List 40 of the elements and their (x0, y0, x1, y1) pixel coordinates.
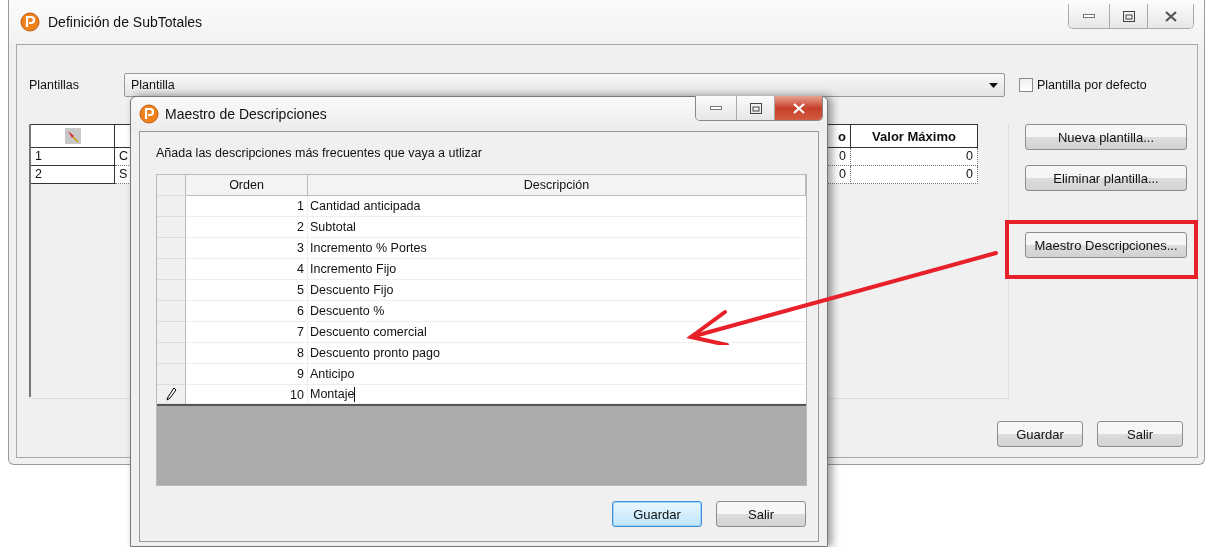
close-button[interactable] (1147, 4, 1193, 28)
templates-label: Plantillas (29, 78, 81, 92)
text-cursor (354, 386, 356, 402)
table-cell: 0 (851, 166, 978, 184)
description-cell[interactable]: Montaje (308, 385, 806, 404)
side-button[interactable]: Nueva plantilla... (1025, 124, 1187, 150)
maximize-button[interactable] (736, 96, 774, 120)
table-cell: 0 (851, 148, 978, 166)
pencil-icon (165, 387, 177, 401)
save-button[interactable]: Guardar (997, 421, 1083, 447)
default-template-label: Plantilla por defecto (1037, 78, 1148, 92)
row-number-cell: 2 (31, 166, 115, 184)
minimize-button[interactable] (696, 96, 736, 120)
minimize-icon (1083, 13, 1095, 19)
close-icon (792, 102, 805, 114)
maximize-icon (1122, 10, 1135, 22)
side-button[interactable]: Maestro Descripciones... (1025, 232, 1187, 258)
column-header: Orden (186, 175, 308, 196)
exit-button[interactable]: Salir (716, 501, 806, 527)
app-logo-icon (139, 104, 159, 124)
exit-button[interactable]: Salir (1097, 421, 1183, 447)
maximize-icon (749, 102, 762, 114)
order-cell: 10 (186, 385, 308, 404)
minimize-icon (710, 105, 722, 111)
template-dropdown[interactable]: Plantilla (124, 73, 1005, 97)
column-header: Valor Máximo (851, 124, 978, 148)
row-selector[interactable] (157, 385, 186, 404)
app-logo-icon (20, 12, 40, 32)
row-number-cell: 1 (31, 148, 115, 166)
window-title: Definición de SubTotales (48, 14, 203, 30)
dialog-title: Maestro de Descripciones (165, 106, 327, 122)
pushpin-icon (64, 128, 81, 144)
close-button[interactable] (774, 96, 822, 120)
maximize-button[interactable] (1109, 4, 1147, 28)
close-icon (1164, 10, 1177, 22)
default-template-checkbox[interactable] (1019, 78, 1033, 92)
dropdown-arrow-icon (989, 82, 998, 88)
column-header: Descripción (308, 175, 806, 196)
save-button[interactable]: Guardar (612, 501, 702, 527)
side-button[interactable]: Eliminar plantilla... (1025, 165, 1187, 191)
